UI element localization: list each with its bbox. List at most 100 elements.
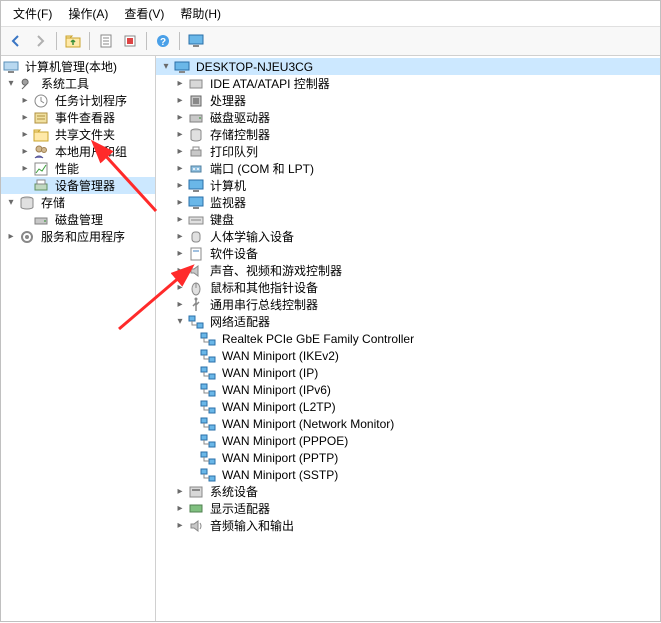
tree-label: 键盘: [208, 211, 236, 228]
expander-closed-icon[interactable]: ▸: [174, 146, 186, 158]
category-icon: [188, 127, 204, 143]
device-root[interactable]: ▾ DESKTOP-NJEU3CG: [156, 58, 660, 75]
expander-closed-icon[interactable]: ▸: [174, 299, 186, 311]
toolbar-separator: [179, 32, 180, 50]
expander-closed-icon[interactable]: ▸: [174, 520, 186, 532]
menu-file[interactable]: 文件(F): [5, 3, 60, 24]
help-button[interactable]: ?: [152, 30, 174, 52]
expander-closed-icon[interactable]: ▸: [19, 146, 31, 158]
up-button[interactable]: [62, 30, 84, 52]
device-category[interactable]: ▸ 音频输入和输出: [156, 517, 660, 534]
category-icon: [188, 93, 204, 109]
expander-closed-icon[interactable]: ▸: [19, 95, 31, 107]
forward-button[interactable]: [29, 30, 51, 52]
tree-label: 系统设备: [208, 483, 260, 500]
expander-closed-icon[interactable]: ▸: [174, 163, 186, 175]
tree-root-computer-management[interactable]: 计算机管理(本地): [1, 58, 155, 75]
device-category[interactable]: ▸存储控制器: [156, 126, 660, 143]
expander-open-icon[interactable]: ▾: [5, 78, 17, 90]
network-adapter-item[interactable]: WAN Miniport (PPTP): [156, 449, 660, 466]
device-category[interactable]: ▾网络适配器: [156, 313, 660, 330]
device-category[interactable]: ▸鼠标和其他指针设备: [156, 279, 660, 296]
back-arrow-icon: [9, 34, 23, 48]
network-adapter-item[interactable]: WAN Miniport (IPv6): [156, 381, 660, 398]
menu-view[interactable]: 查看(V): [116, 3, 172, 24]
tree-local-users[interactable]: ▸ 本地用户和组: [1, 143, 155, 160]
category-icon: [188, 144, 204, 160]
tree-label: 音频输入和输出: [208, 517, 296, 534]
expander-closed-icon[interactable]: ▸: [174, 112, 186, 124]
event-icon: [33, 110, 49, 126]
expander-open-icon[interactable]: ▾: [160, 61, 172, 73]
tree-storage[interactable]: ▾ 存储: [1, 194, 155, 211]
device-category[interactable]: ▸软件设备: [156, 245, 660, 262]
expander-closed-icon[interactable]: ▸: [174, 231, 186, 243]
network-adapter-item[interactable]: WAN Miniport (L2TP): [156, 398, 660, 415]
expander-closed-icon[interactable]: ▸: [174, 78, 186, 90]
right-tree[interactable]: ▾ DESKTOP-NJEU3CG ▸IDE ATA/ATAPI 控制器▸处理器…: [156, 56, 660, 621]
category-icon: [188, 161, 204, 177]
device-category[interactable]: ▸人体学输入设备: [156, 228, 660, 245]
expander-closed-icon[interactable]: ▸: [174, 214, 186, 226]
tree-event-viewer[interactable]: ▸ 事件查看器: [1, 109, 155, 126]
device-category[interactable]: ▸ 系统设备: [156, 483, 660, 500]
category-icon: [188, 484, 204, 500]
device-category[interactable]: ▸ 键盘: [156, 211, 660, 228]
properties-button[interactable]: [95, 30, 117, 52]
device-category[interactable]: ▸显示适配器: [156, 500, 660, 517]
tree-disk-management[interactable]: ▸ 磁盘管理: [1, 211, 155, 228]
device-category[interactable]: ▸处理器: [156, 92, 660, 109]
network-adapter-item[interactable]: WAN Miniport (IKEv2): [156, 347, 660, 364]
tree-label: WAN Miniport (PPPOE): [220, 434, 350, 448]
expander-closed-icon[interactable]: ▸: [174, 503, 186, 515]
device-category[interactable]: ▸通用串行总线控制器: [156, 296, 660, 313]
refresh-button[interactable]: [119, 30, 141, 52]
tree-label: WAN Miniport (L2TP): [220, 400, 338, 414]
menu-bar: 文件(F) 操作(A) 查看(V) 帮助(H): [1, 1, 660, 27]
device-category[interactable]: ▸ 声音、视频和游戏控制器: [156, 262, 660, 279]
expander-closed-icon[interactable]: ▸: [19, 129, 31, 141]
expander-open-icon[interactable]: ▾: [174, 316, 186, 328]
expander-closed-icon[interactable]: ▸: [174, 95, 186, 107]
network-adapter-item[interactable]: WAN Miniport (SSTP): [156, 466, 660, 483]
network-adapter-item[interactable]: WAN Miniport (Network Monitor): [156, 415, 660, 432]
expander-closed-icon[interactable]: ▸: [5, 231, 17, 243]
device-category[interactable]: ▸IDE ATA/ATAPI 控制器: [156, 75, 660, 92]
tree-task-scheduler[interactable]: ▸ 任务计划程序: [1, 92, 155, 109]
device-category[interactable]: ▸计算机: [156, 177, 660, 194]
category-icon: [188, 297, 204, 313]
tree-shared-folders[interactable]: ▸ 共享文件夹: [1, 126, 155, 143]
network-adapter-item[interactable]: Realtek PCIe GbE Family Controller: [156, 330, 660, 347]
expander-closed-icon[interactable]: ▸: [174, 129, 186, 141]
category-icon: [188, 178, 204, 194]
device-category[interactable]: ▸打印队列: [156, 143, 660, 160]
tree-device-manager[interactable]: ▸ 设备管理器: [1, 177, 155, 194]
expander-closed-icon[interactable]: ▸: [19, 163, 31, 175]
expander-closed-icon[interactable]: ▸: [174, 248, 186, 260]
performance-icon: [33, 161, 49, 177]
tree-label: Realtek PCIe GbE Family Controller: [220, 332, 416, 346]
expander-closed-icon[interactable]: ▸: [19, 112, 31, 124]
tree-system-tools[interactable]: ▾ 系统工具: [1, 75, 155, 92]
menu-action[interactable]: 操作(A): [60, 3, 116, 24]
device-category[interactable]: ▸磁盘驱动器: [156, 109, 660, 126]
device-category[interactable]: ▸端口 (COM 和 LPT): [156, 160, 660, 177]
back-button[interactable]: [5, 30, 27, 52]
device-manager-icon: [33, 178, 49, 194]
expander-closed-icon[interactable]: ▸: [174, 197, 186, 209]
tree-performance[interactable]: ▸ 性能: [1, 160, 155, 177]
expander-closed-icon[interactable]: ▸: [174, 282, 186, 294]
expander-closed-icon[interactable]: ▸: [174, 180, 186, 192]
expander-closed-icon[interactable]: ▸: [174, 486, 186, 498]
tree-label: 设备管理器: [53, 177, 117, 194]
monitor-button[interactable]: [185, 30, 207, 52]
device-category[interactable]: ▸监视器: [156, 194, 660, 211]
menu-help[interactable]: 帮助(H): [172, 3, 229, 24]
network-adapter-item[interactable]: WAN Miniport (PPPOE): [156, 432, 660, 449]
expander-open-icon[interactable]: ▾: [5, 197, 17, 209]
tree-label: 声音、视频和游戏控制器: [208, 262, 344, 279]
expander-closed-icon[interactable]: ▸: [174, 265, 186, 277]
left-tree[interactable]: 计算机管理(本地) ▾ 系统工具: [1, 56, 156, 621]
tree-services-apps[interactable]: ▸ 服务和应用程序: [1, 228, 155, 245]
network-adapter-item[interactable]: WAN Miniport (IP): [156, 364, 660, 381]
